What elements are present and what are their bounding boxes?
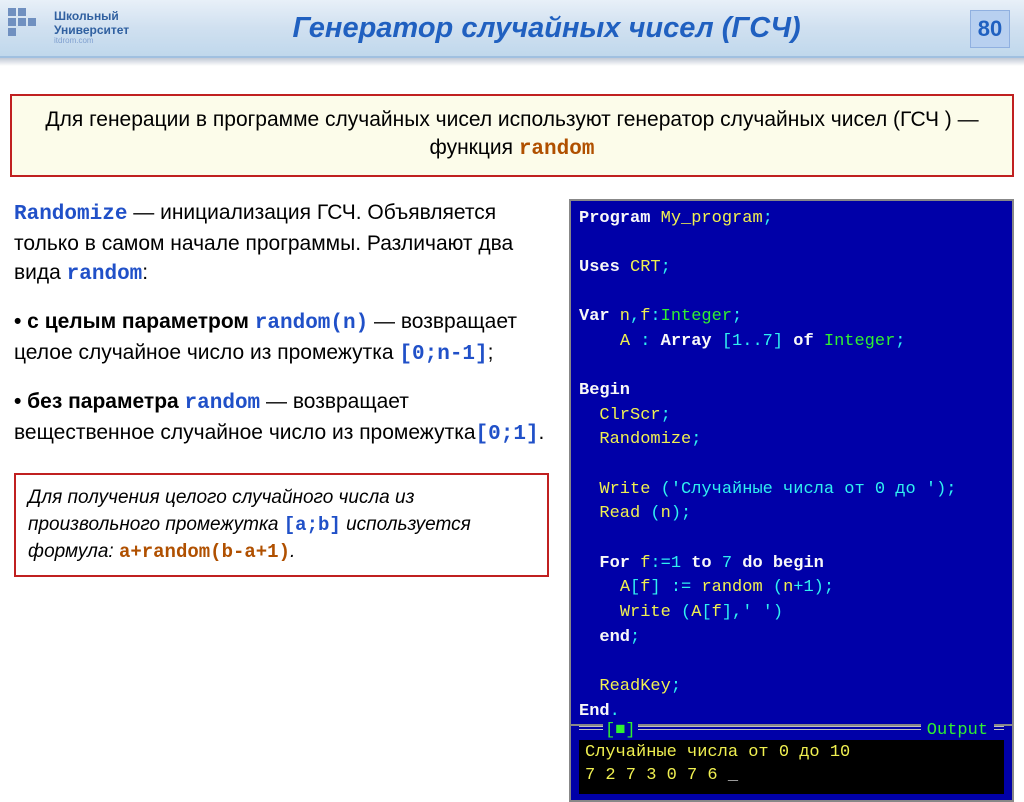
- page-title: Генератор случайных чисел (ГСЧ): [129, 12, 1024, 45]
- code-line: end;: [579, 626, 1004, 651]
- page-number-badge: 80: [970, 10, 1010, 48]
- header-shadow: [0, 58, 1024, 66]
- right-column: Program My_program; Uses CRT; Var n,f:In…: [569, 199, 1014, 802]
- note-range: [a;b]: [284, 514, 341, 536]
- kw-randomize: Randomize: [14, 203, 127, 226]
- kw-random2: random: [185, 392, 261, 415]
- content-row: Randomize — инициализация ГСЧ. Объявляет…: [0, 187, 1024, 802]
- output-text: Случайные числа от 0 до 10 7 2 7 3 0 7 6…: [579, 740, 1004, 794]
- code-line: A[f] := random (n+1);: [579, 576, 1004, 601]
- logo-sub: itdrom.com: [54, 36, 94, 45]
- logo-icon: [8, 8, 48, 48]
- code-line: ClrScr;: [579, 404, 1004, 429]
- code-editor: Program My_program; Uses CRT; Var n,f:In…: [569, 199, 1014, 726]
- para-no-param: • без параметра random — возвращает веще…: [14, 388, 549, 450]
- output-marker: [■]: [603, 721, 638, 740]
- output-label: Output: [921, 721, 994, 740]
- kw-random-n: random(n): [255, 312, 368, 335]
- code-line: Begin: [579, 379, 1004, 404]
- code-line: Program My_program;: [579, 207, 1004, 232]
- p3-bold: • без параметра: [14, 390, 185, 413]
- note-formula: a+random(b-a+1): [119, 541, 290, 563]
- code-line: Uses CRT;: [579, 256, 1004, 281]
- code-line: For f:=1 to 7 do begin: [579, 552, 1004, 577]
- range-0-1: [0;1]: [476, 423, 539, 446]
- intro-box: Для генерации в программе случайных чисе…: [10, 94, 1014, 177]
- kw-random1: random: [67, 263, 143, 286]
- code-line: A : Array [1..7] of Integer;: [579, 330, 1004, 355]
- logo-line2: Университет: [54, 23, 129, 37]
- code-line: Write ('Случайные числа от 0 до ');: [579, 478, 1004, 503]
- formula-note: Для получения целого случайного числа из…: [14, 473, 549, 577]
- left-column: Randomize — инициализация ГСЧ. Объявляет…: [14, 199, 549, 802]
- intro-text: Для генерации в программе случайных чисе…: [45, 108, 978, 159]
- code-line: Write (A[f],' '): [579, 601, 1004, 626]
- para-with-param: • с целым параметром random(n) — возвращ…: [14, 308, 549, 370]
- logo-text: Школьный Университет itdrom.com: [54, 10, 129, 45]
- output-panel: [■] Output Случайные числа от 0 до 10 7 …: [569, 726, 1014, 802]
- para-randomize: Randomize — инициализация ГСЧ. Объявляет…: [14, 199, 549, 290]
- code-line: Var n,f:Integer;: [579, 305, 1004, 330]
- code-line: ReadKey;: [579, 675, 1004, 700]
- logo: Школьный Университет itdrom.com: [0, 8, 129, 48]
- intro-keyword: random: [519, 138, 595, 161]
- code-line: Randomize;: [579, 428, 1004, 453]
- range-0-n1: [0;n-1]: [399, 343, 487, 366]
- code-line: Read (n);: [579, 502, 1004, 527]
- p2-bold: • с целым параметром: [14, 310, 255, 333]
- header-bar: Школьный Университет itdrom.com Генерато…: [0, 0, 1024, 58]
- logo-line1: Школьный: [54, 9, 119, 23]
